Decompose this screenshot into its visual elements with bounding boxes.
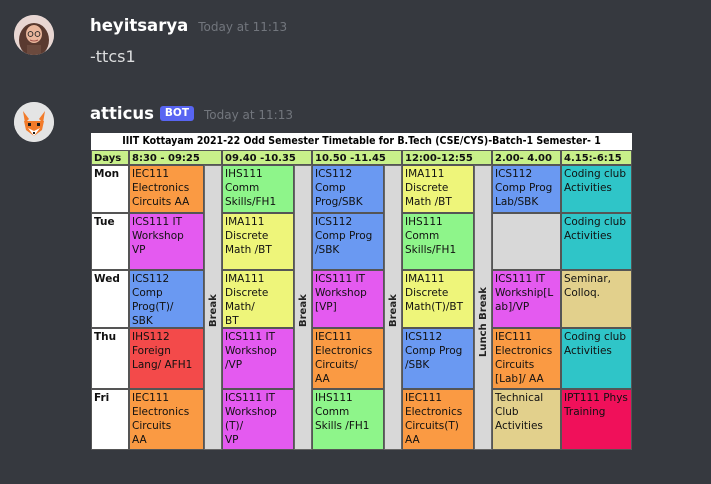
bot-avatar[interactable]	[14, 102, 54, 142]
class-cell[interactable]: IHS112 Foreign Lang/ AFH1	[129, 328, 204, 389]
class-cell[interactable]: IEC111 Electronics Circuits AA	[129, 389, 204, 450]
class-cell[interactable]: Coding club Activities	[561, 213, 632, 270]
day-label: Mon	[91, 165, 129, 213]
class-cell[interactable]: IHS111 Comm Skills/FH1	[222, 165, 294, 213]
class-cell[interactable]: IMA111 Discrete Math/ BT	[222, 270, 294, 328]
header-slot: 12:00-12:55	[402, 150, 492, 165]
break-label: Break	[388, 294, 399, 327]
user-avatar[interactable]	[14, 15, 54, 55]
day-label: Fri	[91, 389, 129, 450]
class-cell[interactable]: IMA111 Discrete Math(T)/BT	[402, 270, 474, 328]
header-slot: 09.40 -10.35	[222, 150, 312, 165]
header-slot: 10.50 -11.45	[312, 150, 402, 165]
day-label: Wed	[91, 270, 129, 328]
username-text[interactable]: heyitsarya	[90, 16, 188, 35]
class-cell[interactable]: IHS111 Comm Skills/FH1	[402, 213, 474, 270]
class-cell[interactable]: Seminar, Colloq.	[561, 270, 632, 328]
class-cell[interactable]: IEC111 Electronics Circuits(T) AA	[402, 389, 474, 450]
class-cell[interactable]: IHS111 Comm Skills /FH1	[312, 389, 384, 450]
class-cell[interactable]: ICS112 Comp Prog /SBK	[312, 213, 384, 270]
class-cell[interactable]	[492, 213, 561, 270]
timetable-image[interactable]: IIIT Kottayam 2021-22 Odd Semester Timet…	[91, 133, 632, 450]
class-cell[interactable]: ICS112 Comp Prog/SBK	[312, 165, 384, 213]
class-cell[interactable]: ICS111 IT Workshop [VP]	[312, 270, 384, 328]
break-column: Break	[384, 165, 402, 450]
break-column: Break	[204, 165, 222, 450]
class-cell[interactable]: ICS111 IT Workshop /VP	[222, 328, 294, 389]
class-cell[interactable]: IMA111 Discrete Math /BT	[402, 165, 474, 213]
class-cell[interactable]: ICS111 IT Workship[L ab]/VP	[492, 270, 561, 328]
timetable-title: IIIT Kottayam 2021-22 Odd Semester Timet…	[122, 135, 601, 147]
timestamp: Today at 11:13	[204, 108, 293, 122]
class-cell[interactable]: Technical Club Activities	[492, 389, 561, 450]
class-cell[interactable]: IEC111 Electronics Circuits AA	[129, 165, 204, 213]
break-label: Break	[298, 294, 309, 327]
class-cell[interactable]: Coding club Activities	[561, 328, 632, 389]
class-cell[interactable]: IMA111 Discrete Math /BT	[222, 213, 294, 270]
class-cell[interactable]: Coding club Activities	[561, 165, 632, 213]
timestamp: Today at 11:13	[198, 20, 288, 34]
day-label: Tue	[91, 213, 129, 270]
class-cell[interactable]: IEC111 Electronics Circuits [Lab]/ AA	[492, 328, 561, 389]
break-label: Break	[208, 294, 219, 327]
message-text: -ttcs1	[90, 47, 136, 66]
class-cell[interactable]: ICS112 Comp Prog /SBK	[402, 328, 474, 389]
header-slot: 2.00- 4.00	[492, 150, 561, 165]
day-label: Thu	[91, 328, 129, 389]
class-cell[interactable]: ICS111 IT Workshop (T)/ VP	[222, 389, 294, 450]
username[interactable]: atticus BOT Today at 11:13	[90, 104, 293, 123]
class-cell[interactable]: IEC111 Electronics Circuits/ AA	[312, 328, 384, 389]
bot-badge: BOT	[159, 106, 195, 121]
break-column: Lunch Break	[474, 165, 492, 450]
class-cell[interactable]: ICS112 Comp Prog Lab/SBK	[492, 165, 561, 213]
header-days: Days	[91, 150, 129, 165]
break-label: Lunch Break	[478, 287, 489, 357]
header-slot: 4.15:-6:15	[561, 150, 632, 165]
username[interactable]: heyitsarya Today at 11:13	[90, 16, 287, 35]
class-cell[interactable]: IPT111 Phys Training	[561, 389, 632, 450]
break-column: Break	[294, 165, 312, 450]
class-cell[interactable]: ICS112 Comp Prog(T)/ SBK	[129, 270, 204, 328]
header-slot: 8:30 - 09:25	[129, 150, 222, 165]
class-cell[interactable]: ICS111 IT Workshop VP	[129, 213, 204, 270]
username-text[interactable]: atticus	[90, 104, 154, 123]
